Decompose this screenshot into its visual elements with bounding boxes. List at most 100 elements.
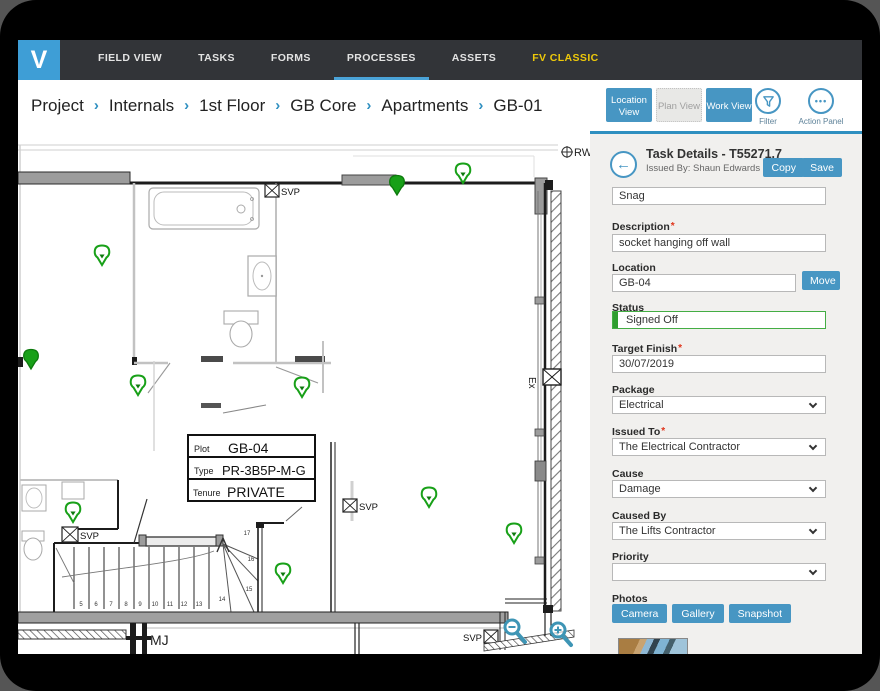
package-label: Package — [612, 384, 655, 396]
chevron-down-icon — [809, 526, 817, 534]
task-pin[interactable] — [66, 503, 81, 523]
copy-button[interactable]: Copy — [763, 158, 804, 177]
cause-select[interactable]: Damage — [612, 480, 826, 498]
breadcrumb-1st-floor[interactable]: 1st Floor — [199, 96, 265, 116]
camera-button[interactable]: Camera — [612, 604, 667, 623]
stair-number: 12 — [181, 602, 188, 608]
task-pin[interactable] — [422, 488, 437, 508]
task-pin[interactable] — [390, 176, 405, 196]
nav-tabs: FIELD VIEW TASKS FORMS PROCESSES ASSETS … — [80, 40, 617, 80]
svg-text:SVP: SVP — [80, 531, 99, 542]
location-view-button[interactable]: Location View — [606, 88, 652, 122]
back-button[interactable]: ← — [610, 151, 637, 178]
breadcrumb-separator: › — [478, 97, 483, 114]
priority-label: Priority — [612, 551, 649, 563]
photos-buttons: Camera Gallery Snapshot — [612, 604, 796, 623]
task-type-input[interactable] — [612, 187, 826, 205]
task-title: Task Details - T55271.7 — [646, 147, 782, 161]
rwp-symbol: RW — [561, 146, 590, 159]
breadcrumb-gb-core[interactable]: GB Core — [290, 96, 356, 116]
tenure-value: PRIVATE — [227, 484, 285, 500]
type-value: PR-3B5P-M-G — [222, 463, 306, 478]
status-field[interactable]: Signed Off — [612, 311, 826, 329]
breadcrumb-project[interactable]: Project — [31, 96, 84, 116]
tab-field-view[interactable]: FIELD VIEW — [85, 40, 175, 80]
stair-number: 8 — [124, 602, 128, 608]
status-value: Signed Off — [626, 314, 678, 326]
mj-label: MJ — [150, 632, 169, 648]
app-screen: V FIELD VIEW TASKS FORMS PROCESSES ASSET… — [18, 40, 862, 654]
cause-label: Cause — [612, 468, 644, 480]
target-finish-input[interactable] — [612, 355, 826, 373]
stair-number: 11 — [167, 602, 174, 608]
priority-select[interactable] — [612, 563, 826, 581]
action-panel-tool[interactable]: ••• Action Panel — [786, 88, 856, 126]
action-panel-label: Action Panel — [799, 117, 844, 126]
location-label: Location — [612, 262, 656, 274]
tab-forms[interactable]: FORMS — [258, 40, 324, 80]
task-pin[interactable] — [276, 564, 291, 584]
snapshot-button[interactable]: Snapshot — [729, 604, 791, 623]
tab-processes[interactable]: PROCESSES — [334, 40, 429, 80]
package-select[interactable]: Electrical — [612, 396, 826, 414]
breadcrumb-gb-01[interactable]: GB-01 — [493, 96, 542, 116]
issued-to-select[interactable]: The Electrical Contractor — [612, 438, 826, 456]
chevron-down-icon — [809, 400, 817, 408]
chevron-down-icon — [809, 567, 817, 575]
task-pin[interactable] — [131, 376, 146, 396]
svp-marker: SVP — [463, 630, 498, 644]
zoom-out-button[interactable] — [505, 620, 525, 642]
viewpoint-logo[interactable]: V — [18, 40, 60, 80]
chevron-down-icon — [809, 484, 817, 492]
photo-thumbnail[interactable] — [618, 638, 688, 654]
task-pin[interactable] — [295, 378, 310, 398]
gallery-button[interactable]: Gallery — [672, 604, 723, 623]
breadcrumb: Project › Internals › 1st Floor › GB Cor… — [31, 80, 542, 131]
issued-to-label: Issued To* — [612, 426, 665, 438]
svg-text:SVP: SVP — [463, 633, 482, 644]
stair-number: 13 — [196, 602, 203, 608]
task-pin[interactable] — [456, 164, 471, 184]
rwp-label: RW — [574, 147, 590, 159]
svg-text:SVP: SVP — [281, 187, 300, 198]
toolbar-row: Project › Internals › 1st Floor › GB Cor… — [18, 80, 862, 131]
breadcrumb-apartments[interactable]: Apartments — [381, 96, 468, 116]
task-pins — [24, 164, 522, 584]
target-finish-label: Target Finish* — [612, 343, 682, 355]
bottom-structure: MJ — [18, 599, 574, 654]
filter-label: Filter — [759, 117, 777, 126]
stair-number: 6 — [94, 602, 98, 608]
tab-tasks[interactable]: TASKS — [185, 40, 248, 80]
action-panel-icon: ••• — [808, 88, 834, 114]
task-pin[interactable] — [95, 246, 110, 266]
floor-plan-svg: RW Ex — [18, 131, 590, 654]
breadcrumb-separator: › — [94, 97, 99, 114]
lower-left-rooms — [20, 480, 118, 560]
move-button[interactable]: Move — [802, 271, 840, 290]
tab-fv-classic[interactable]: FV CLASSIC — [519, 40, 611, 80]
stair-number: 9 — [138, 602, 142, 608]
floor-plan-area: RW Ex — [18, 131, 590, 654]
filter-icon — [755, 88, 781, 114]
type-label: Type — [194, 466, 214, 476]
bathtub — [149, 188, 259, 229]
device-frame: V FIELD VIEW TASKS FORMS PROCESSES ASSET… — [0, 0, 880, 691]
location-input[interactable] — [612, 274, 796, 292]
description-label: Description* — [612, 221, 675, 233]
breadcrumb-separator: › — [184, 97, 189, 114]
caused-by-select[interactable]: The Lifts Contractor — [612, 522, 826, 540]
plan-view-button[interactable]: Plan View — [656, 88, 702, 122]
breadcrumb-internals[interactable]: Internals — [109, 96, 174, 116]
svp-marker: SVP — [343, 499, 378, 513]
save-button[interactable]: Save — [802, 158, 842, 177]
task-pin[interactable] — [507, 524, 522, 544]
stair-number: 10 — [152, 602, 159, 608]
ex-label: Ex — [526, 377, 537, 389]
tab-assets[interactable]: ASSETS — [439, 40, 509, 80]
stair-number: 14 — [219, 597, 226, 603]
stair-number: 15 — [246, 587, 253, 593]
description-input[interactable] — [612, 234, 826, 252]
status-color-bar — [613, 312, 618, 328]
plot-info-box: Plot GB-04 Type PR-3B5P-M-G Tenure PRIVA… — [188, 435, 315, 501]
task-pin[interactable] — [24, 350, 39, 370]
